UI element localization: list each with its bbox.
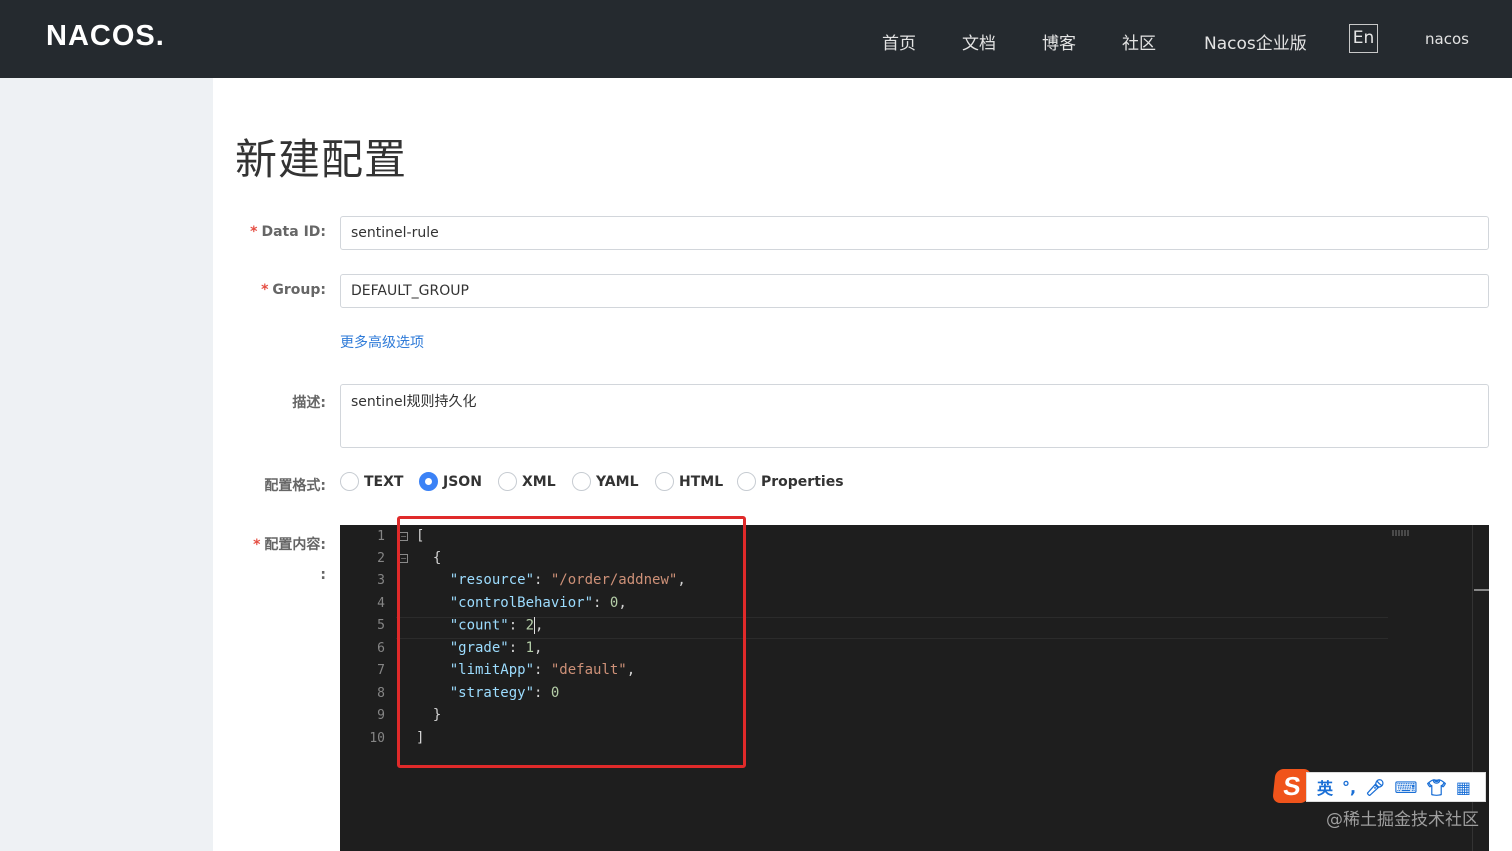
description-label: 描述:	[292, 395, 326, 411]
page-title: 新建配置	[235, 135, 408, 184]
line-number: 5	[377, 618, 385, 633]
content-label: * 配置内容:	[253, 537, 326, 553]
radio-circle	[498, 472, 517, 491]
radio-circle	[419, 472, 438, 491]
description-textarea[interactable]: sentinel规则持久化	[340, 384, 1489, 448]
advanced-options-link[interactable]: 更多高级选项	[340, 332, 424, 352]
line-number: 9	[377, 708, 385, 723]
required-mark: *	[250, 224, 258, 240]
nav-blog[interactable]: 博客	[1042, 29, 1076, 54]
line-number: 3	[377, 573, 385, 588]
radio-circle	[340, 472, 359, 491]
format-radio-json[interactable]: JSON	[419, 472, 482, 491]
data-id-input[interactable]: sentinel-rule	[340, 216, 1489, 250]
format-radio-properties[interactable]: Properties	[737, 472, 844, 491]
editor-gutter: 1 2 3 4 5 6 7 8 9 10	[340, 525, 396, 851]
line-number: 4	[377, 596, 385, 611]
group-input[interactable]: DEFAULT_GROUP	[340, 274, 1489, 308]
content-sub-label: :	[320, 567, 326, 583]
nav-home[interactable]: 首页	[882, 29, 916, 54]
group-label: * Group:	[261, 282, 326, 298]
radio-circle	[572, 472, 591, 491]
line-number: 6	[377, 641, 385, 656]
radio-circle	[655, 472, 674, 491]
nav-docs[interactable]: 文档	[962, 29, 996, 54]
ime-toolbar[interactable]: S 英 °, 🎤︎ ⌨︎ 👕︎ ▦	[1272, 769, 1486, 805]
microphone-icon[interactable]: 🎤︎	[1365, 778, 1385, 797]
format-radio-yaml[interactable]: YAML	[572, 472, 639, 491]
language-toggle-button[interactable]: En	[1349, 24, 1378, 53]
format-radio-html[interactable]: HTML	[655, 472, 723, 491]
skin-icon[interactable]: 👕︎	[1427, 778, 1447, 797]
top-navbar: NACOS. 首页 文档 博客 社区 Nacos企业版 En nacos	[0, 0, 1512, 78]
required-mark: *	[253, 537, 261, 553]
ime-bar: 英 °, 🎤︎ ⌨︎ 👕︎ ▦	[1306, 772, 1486, 802]
radio-circle	[737, 472, 756, 491]
nav-enterprise[interactable]: Nacos企业版	[1204, 29, 1307, 54]
sidebar	[0, 78, 213, 851]
format-radio-xml[interactable]: XML	[498, 472, 556, 491]
nacos-logo[interactable]: NACOS.	[46, 20, 165, 53]
ime-mode-toggle[interactable]: 英	[1317, 775, 1333, 799]
user-menu[interactable]: nacos	[1425, 30, 1469, 48]
line-number: 1	[377, 529, 385, 544]
keyboard-icon[interactable]: ⌨︎	[1394, 778, 1417, 797]
required-mark: *	[261, 282, 269, 298]
minimap	[1392, 530, 1410, 536]
format-label: 配置格式:	[264, 478, 326, 494]
format-radio-text[interactable]: TEXT	[340, 472, 403, 491]
toolbox-icon[interactable]: ▦	[1456, 778, 1471, 797]
highlight-annotation-box	[397, 516, 746, 768]
line-number: 7	[377, 663, 385, 678]
watermark: @稀土掘金技术社区	[1326, 810, 1479, 830]
data-id-label: * Data ID:	[250, 224, 326, 240]
nav-community[interactable]: 社区	[1122, 29, 1156, 54]
line-number: 8	[377, 686, 385, 701]
line-number: 2	[377, 551, 385, 566]
line-number: 10	[369, 731, 385, 746]
scrollbar-thumb[interactable]	[1474, 589, 1489, 591]
punctuation-icon[interactable]: °,	[1342, 778, 1356, 797]
